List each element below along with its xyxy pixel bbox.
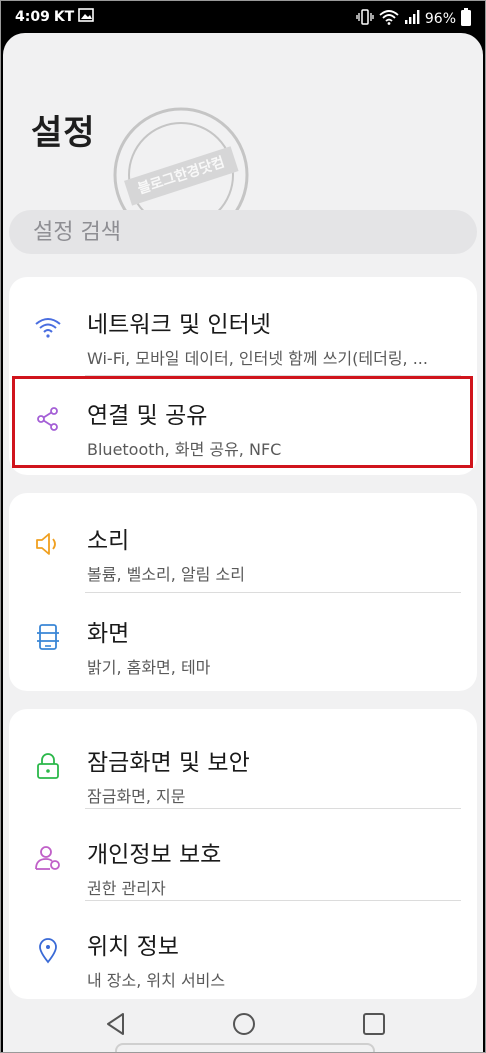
battery-percent: 96% <box>424 11 456 27</box>
settings-item-location[interactable]: 위치 정보 내 장소, 위치 서비스 <box>9 907 477 999</box>
settings-item-subtitle: 밝기, 홈화면, 테마 <box>87 658 211 677</box>
speaker-icon <box>33 529 63 559</box>
recent-apps-icon[interactable] <box>361 1011 387 1037</box>
settings-item-display[interactable]: 화면 밝기, 홈화면, 테마 <box>9 594 477 686</box>
settings-item-label: 소리 <box>87 528 130 554</box>
vibrate-icon <box>356 9 374 29</box>
wifi-status-icon <box>379 9 399 29</box>
settings-item-network[interactable]: 네트워크 및 인터넷 Wi-Fi, 모바일 데이터, 인터넷 함께 쓰기(테더링… <box>9 285 477 377</box>
settings-item-subtitle: Wi-Fi, 모바일 데이터, 인터넷 함께 쓰기(테더링, ... <box>87 349 428 368</box>
page-title: 설정 <box>31 113 96 153</box>
lock-icon <box>33 751 63 781</box>
location-pin-icon <box>33 935 63 965</box>
settings-group-2: 소리 볼륨, 벨소리, 알림 소리 화면 밝기, 홈화면, 테마 <box>9 493 477 691</box>
settings-item-subtitle: 권한 관리자 <box>87 879 166 898</box>
home-icon[interactable] <box>231 1011 257 1037</box>
back-icon[interactable] <box>103 1011 129 1037</box>
signal-icon <box>404 10 420 28</box>
status-carrier: KT <box>53 9 75 25</box>
settings-item-label: 개인정보 보호 <box>87 842 222 868</box>
divider <box>85 808 461 809</box>
settings-item-label: 화면 <box>87 621 130 647</box>
settings-item-subtitle: 내 장소, 위치 서비스 <box>87 971 226 990</box>
settings-item-label: 위치 정보 <box>87 934 179 960</box>
wifi-icon <box>33 313 63 343</box>
settings-item-privacy[interactable]: 개인정보 보호 권한 관리자 <box>9 815 477 907</box>
navigation-bar <box>3 991 483 1052</box>
gallery-notification-icon <box>78 8 95 26</box>
status-bar: 4:09 KT 96% <box>1 1 485 33</box>
search-input[interactable] <box>31 216 465 248</box>
settings-item-label: 네트워크 및 인터넷 <box>87 312 271 338</box>
battery-icon <box>461 8 471 30</box>
settings-item-subtitle: 볼륨, 벨소리, 알림 소리 <box>87 565 245 584</box>
phone-frame: 4:09 KT 96% 설정 블로그한경닷컴 설정 검색 네트워크 및 인터넷 … <box>0 0 486 1053</box>
gesture-handle[interactable] <box>115 1043 375 1052</box>
settings-item-lockscreen-security[interactable]: 잠금화면 및 보안 잠금화면, 지문 <box>9 723 477 815</box>
settings-group-3: 잠금화면 및 보안 잠금화면, 지문 개인정보 보호 권한 관리자 위치 정보 … <box>9 709 477 999</box>
display-icon <box>33 622 63 652</box>
divider <box>85 592 461 593</box>
highlight-box <box>12 376 473 468</box>
settings-item-label: 잠금화면 및 보안 <box>87 750 250 776</box>
settings-item-subtitle: 잠금화면, 지문 <box>87 787 186 806</box>
settings-item-sound[interactable]: 소리 볼륨, 벨소리, 알림 소리 <box>9 501 477 593</box>
status-time: 4:09 <box>15 9 50 25</box>
person-icon <box>33 843 63 873</box>
search-bar[interactable] <box>9 210 477 254</box>
divider <box>85 900 461 901</box>
